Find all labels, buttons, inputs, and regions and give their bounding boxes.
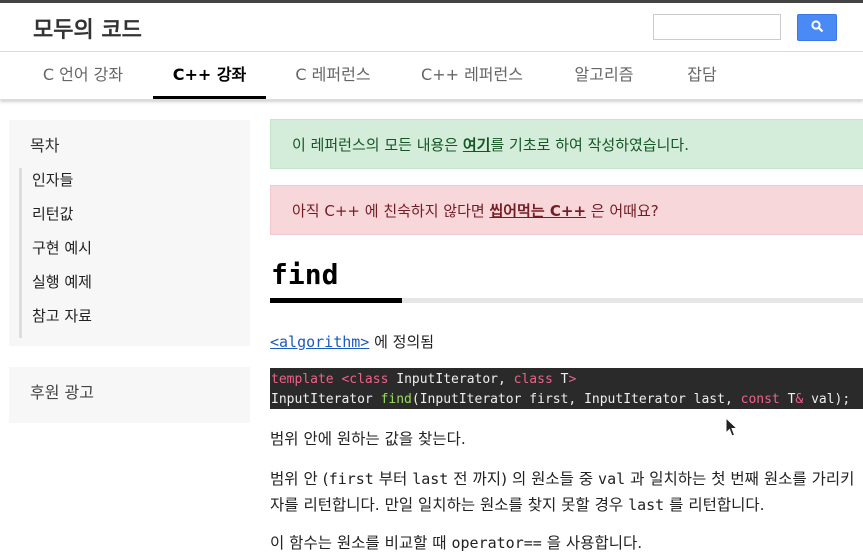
code-operator: operator== <box>451 534 542 552</box>
toc-item-example[interactable]: 실행 예제 <box>32 270 92 304</box>
page-title: find <box>271 258 339 291</box>
code-token: (InputIterator first, InputIterator last… <box>411 392 741 407</box>
ad-title: 후원 광고 <box>30 383 94 402</box>
code-token: template < <box>271 372 350 387</box>
code-first: first <box>328 470 374 488</box>
code-token: class <box>513 372 553 387</box>
code-token: T <box>779 392 796 407</box>
text: 과 일치하는 첫 번째 원소를 가리키 <box>625 470 855 488</box>
text: 범위 안 ( <box>270 470 329 488</box>
text: 부터 <box>373 470 413 488</box>
toc-item-return-value[interactable]: 리턴값 <box>32 202 92 236</box>
code-token: > <box>568 372 577 387</box>
title-divider-accent <box>270 298 402 303</box>
tab-algorithm[interactable]: 알고리즘 <box>556 52 652 99</box>
toc-title: 목차 <box>30 136 60 155</box>
defined-in: <algorithm> 에 정의됨 <box>270 331 434 352</box>
code-token: T <box>552 372 569 387</box>
text: 이 함수는 원소를 비교할 때 <box>270 534 452 552</box>
main-nav: C 언어 강좌 C++ 강좌 C 레퍼런스 C++ 레퍼런스 알고리즘 잡담 <box>0 52 863 100</box>
defined-suffix: 에 정의됨 <box>369 333 435 351</box>
alert-text: 이 레퍼런스의 모든 내용은 <box>292 136 463 154</box>
text: 전 까지) 의 원소들 중 <box>448 470 599 488</box>
text: 를 리턴합니다. <box>664 496 765 514</box>
paragraph-description: 범위 안 (first 부터 last 전 까지) 의 원소들 중 val 과 … <box>270 466 854 518</box>
toc-list: 인자들 리턴값 구현 예시 실행 예제 참고 자료 <box>19 168 92 338</box>
code-block: template <class InputIterator, class T> … <box>270 368 863 409</box>
tab-cpp-reference[interactable]: C++ 레퍼런스 <box>406 52 538 99</box>
title-divider <box>270 298 863 303</box>
mouse-cursor-icon <box>725 416 739 442</box>
cpp-lecture-link[interactable]: 씹어먹는 C++ <box>489 202 586 220</box>
cpp-lecture-alert: 아직 C++ 에 친숙하지 않다면 씹어먹는 C++ 은 어때요? <box>270 185 863 235</box>
sponsor-ad-box: 후원 광고 <box>9 367 250 423</box>
tab-chat[interactable]: 잡담 <box>672 52 732 99</box>
header-link[interactable]: <algorithm> <box>270 333 369 351</box>
table-of-contents: 목차 인자들 리턴값 구현 예시 실행 예제 참고 자료 <box>9 120 250 346</box>
toc-item-arguments[interactable]: 인자들 <box>32 168 92 202</box>
search-icon <box>810 18 824 37</box>
tab-cpp-lecture[interactable]: C++ 강좌 <box>153 52 266 99</box>
search-input[interactable] <box>653 14 781 40</box>
paragraph-comparison: 이 함수는 원소를 비교할 때 operator== 을 사용합니다. <box>270 530 642 556</box>
source-link[interactable]: 여기 <box>463 136 491 154</box>
code-token: find <box>380 392 412 407</box>
toc-item-implementation[interactable]: 구현 예시 <box>32 236 92 270</box>
code-last: last <box>412 470 449 488</box>
code-token: val); <box>803 392 851 407</box>
code-token: InputIterator <box>271 392 381 407</box>
code-token: InputIterator, <box>388 372 514 387</box>
search-button[interactable] <box>797 14 837 41</box>
site-title[interactable]: 모두의 코드 <box>33 12 142 44</box>
reference-source-alert: 이 레퍼런스의 모든 내용은 여기를 기초로 하여 작성하였습니다. <box>270 119 863 169</box>
alert-text: 를 기초로 하여 작성하였습니다. <box>490 136 689 154</box>
code-token: class <box>349 372 389 387</box>
code-val: val <box>598 470 626 488</box>
paragraph-summary: 범위 안에 원하는 값을 찾는다. <box>270 430 466 448</box>
code-last: last <box>628 496 665 514</box>
alert-text: 은 어때요? <box>586 202 659 220</box>
top-bar: 모두의 코드 <box>0 0 863 52</box>
alert-text: 아직 C++ 에 친숙하지 않다면 <box>292 202 490 220</box>
toc-item-references[interactable]: 참고 자료 <box>32 304 92 338</box>
tab-c-reference[interactable]: C 레퍼런스 <box>278 52 388 99</box>
text: 을 사용합니다. <box>541 534 643 552</box>
text: 자를 리턴합니다. 만일 일치하는 원소를 찾지 못할 경우 <box>270 496 629 514</box>
code-token: const <box>740 392 780 407</box>
tab-c-lecture[interactable]: C 언어 강좌 <box>25 52 141 99</box>
